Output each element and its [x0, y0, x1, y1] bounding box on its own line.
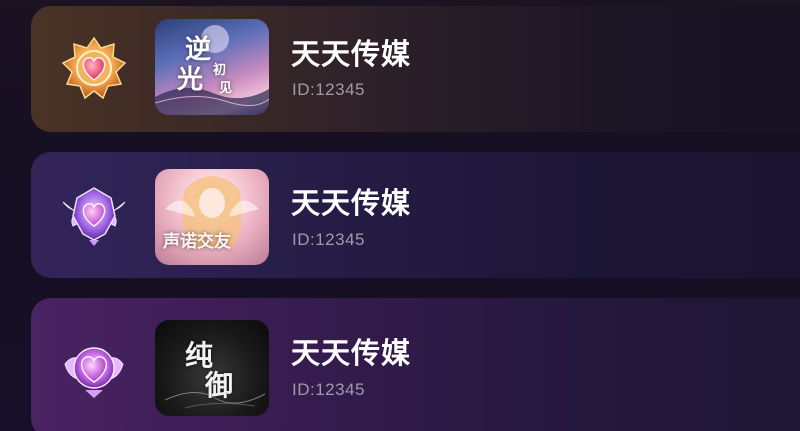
room-title: 天天传媒: [291, 336, 412, 370]
room-list: 逆 光 初 见 天天传媒 ID:12345 声诺交友 天天传媒 ID:12345…: [0, 0, 800, 431]
cover-logo-text: 声诺交友: [163, 232, 231, 252]
list-item-1[interactable]: 逆 光 初 见 天天传媒 ID:12345: [31, 6, 800, 132]
room-cover-image: 逆 光 初 见: [155, 19, 269, 115]
list-item-3[interactable]: 纯 御 天天传媒 ID:12345: [31, 298, 800, 431]
room-id: ID:12345: [292, 230, 365, 249]
violet-heart-badge-icon: [64, 347, 124, 398]
cover-char-2: 御: [205, 369, 234, 402]
gold-heart-badge-icon: [61, 36, 127, 100]
room-title: 天天传媒: [291, 37, 412, 71]
room-cover-image: 纯 御: [155, 320, 269, 416]
list-item-2[interactable]: 声诺交友 天天传媒 ID:12345: [31, 152, 800, 278]
room-cover-image: 声诺交友: [155, 169, 269, 265]
room-id: ID:12345: [292, 380, 365, 399]
cover-char-4: 见: [219, 81, 233, 96]
cover-char-3: 初: [213, 63, 227, 78]
room-title: 天天传媒: [291, 186, 412, 220]
purple-winged-heart-badge-icon: [62, 187, 126, 246]
room-id: ID:12345: [292, 80, 365, 99]
cover-char-2: 光: [177, 65, 204, 95]
